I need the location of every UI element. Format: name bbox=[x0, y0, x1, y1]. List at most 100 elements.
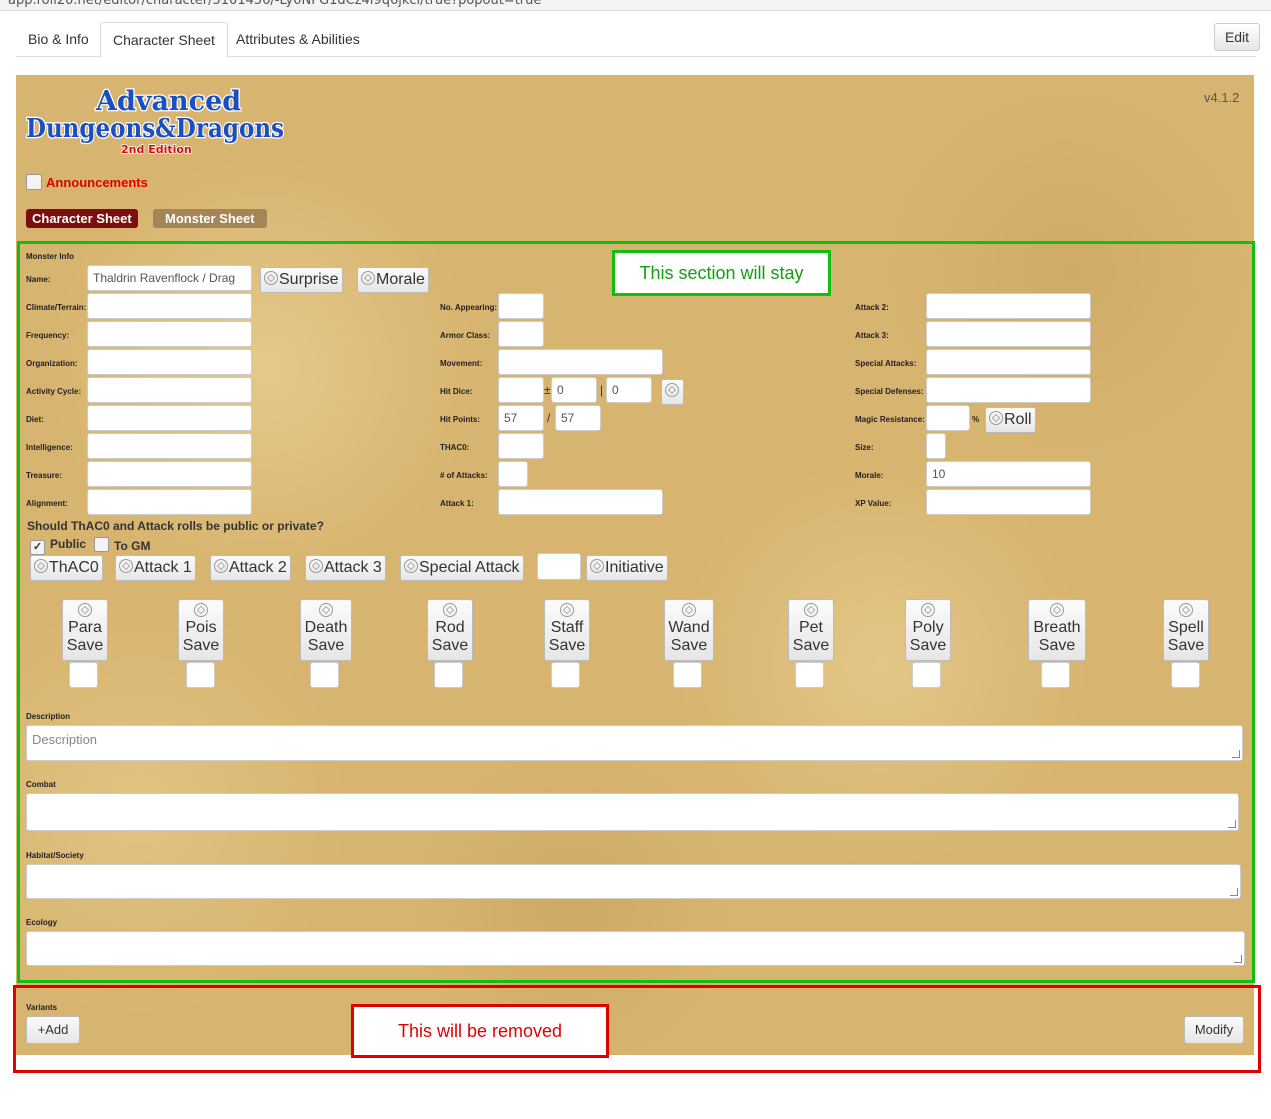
d20-icon bbox=[1050, 603, 1064, 617]
d20-icon bbox=[682, 603, 696, 617]
thac0-roll-button[interactable]: ThAC0 bbox=[30, 555, 103, 581]
staff-save-input[interactable] bbox=[551, 662, 580, 688]
activity-cycle-label: Activity Cycle: bbox=[26, 387, 82, 396]
wand-save-input[interactable] bbox=[673, 662, 702, 688]
tab-attributes-abilities[interactable]: Attributes & Abilities bbox=[224, 22, 372, 55]
name-input[interactable]: Thaldrin Ravenflock / Drag bbox=[87, 265, 252, 291]
attack3-roll-button[interactable]: Attack 3 bbox=[305, 555, 386, 581]
attack3-input[interactable] bbox=[926, 321, 1091, 347]
hit-dice-label: Hit Dice: bbox=[440, 387, 473, 396]
no-appearing-input[interactable] bbox=[498, 293, 544, 319]
to-gm-option[interactable]: To GM bbox=[94, 537, 150, 553]
hit-dice-roll-button[interactable] bbox=[661, 379, 684, 405]
staff-save-button[interactable]: Staff Save bbox=[544, 599, 590, 661]
d20-icon bbox=[921, 603, 935, 617]
para-save-button[interactable]: Para Save bbox=[62, 599, 108, 661]
save-label-2: Save bbox=[1167, 637, 1205, 654]
morale-roll-button[interactable]: Morale bbox=[357, 267, 429, 293]
pois-save-button[interactable]: Pois Save bbox=[178, 599, 224, 661]
attack1-roll-label: Attack 1 bbox=[134, 559, 192, 576]
d20-icon bbox=[214, 559, 228, 573]
organization-label: Organization: bbox=[26, 359, 78, 368]
para-save-input[interactable] bbox=[69, 662, 98, 688]
hit-points-max-input[interactable]: 57 bbox=[555, 405, 601, 431]
hit-dice-input[interactable] bbox=[498, 377, 544, 403]
diet-input[interactable] bbox=[87, 405, 252, 431]
armor-class-input[interactable] bbox=[498, 321, 544, 347]
climate-terrain-input[interactable] bbox=[87, 293, 252, 319]
activity-cycle-input[interactable] bbox=[87, 377, 252, 403]
num-attacks-input[interactable] bbox=[498, 461, 528, 487]
death-save-input[interactable] bbox=[310, 662, 339, 688]
ecology-label: Ecology bbox=[26, 918, 58, 927]
spell-save-button[interactable]: Spell Save bbox=[1163, 599, 1209, 661]
d20-icon bbox=[361, 271, 375, 285]
xp-value-input[interactable] bbox=[926, 489, 1091, 515]
attack1-input[interactable] bbox=[498, 489, 663, 515]
save-label-1: Staff bbox=[550, 619, 584, 636]
surprise-button[interactable]: Surprise bbox=[260, 267, 343, 293]
edit-button[interactable]: Edit bbox=[1214, 23, 1260, 51]
public-option[interactable]: ✓ Public bbox=[30, 537, 86, 555]
thac0-input[interactable] bbox=[498, 433, 544, 459]
special-attack-input[interactable] bbox=[537, 553, 581, 580]
habitat-society-label: Habitat/Society bbox=[26, 851, 84, 860]
slash-separator: / bbox=[547, 411, 551, 425]
frequency-input[interactable] bbox=[87, 321, 252, 347]
character-sheet-button[interactable]: Character Sheet bbox=[26, 209, 138, 228]
poly-save-button[interactable]: Poly Save bbox=[905, 599, 951, 661]
wand-save-button[interactable]: Wand Save bbox=[664, 599, 714, 661]
tab-character-sheet[interactable]: Character Sheet bbox=[100, 22, 228, 58]
pois-save-input[interactable] bbox=[186, 662, 215, 688]
description-textarea[interactable]: Description bbox=[26, 725, 1243, 761]
size-input[interactable] bbox=[926, 433, 946, 459]
breath-save-input[interactable] bbox=[1041, 662, 1070, 688]
save-label-2: Save bbox=[670, 637, 708, 654]
magic-resistance-input[interactable] bbox=[926, 405, 970, 431]
morale-input[interactable]: 10 bbox=[926, 461, 1091, 487]
morale-label: Morale: bbox=[855, 471, 884, 480]
public-checkbox[interactable]: ✓ bbox=[30, 540, 45, 555]
to-gm-checkbox[interactable] bbox=[94, 537, 109, 552]
attack2-input[interactable] bbox=[926, 293, 1091, 319]
special-defenses-input[interactable] bbox=[926, 377, 1091, 403]
attack2-roll-button[interactable]: Attack 2 bbox=[210, 555, 291, 581]
spell-save-input[interactable] bbox=[1171, 662, 1200, 688]
d20-icon bbox=[34, 559, 48, 573]
add-variant-button[interactable]: +Add bbox=[26, 1016, 80, 1044]
treasure-input[interactable] bbox=[87, 461, 252, 487]
size-label: Size: bbox=[855, 443, 874, 452]
d20-icon bbox=[443, 603, 457, 617]
habitat-society-textarea[interactable] bbox=[26, 864, 1241, 899]
rod-save-button[interactable]: Rod Save bbox=[427, 599, 473, 661]
combat-textarea[interactable] bbox=[26, 793, 1239, 831]
special-attacks-input[interactable] bbox=[926, 349, 1091, 375]
browser-url-bar[interactable]: app.roll20.net/editor/character/5101456/… bbox=[0, 0, 1271, 11]
initiative-roll-button[interactable]: Initiative bbox=[586, 555, 668, 581]
version-label: v4.1.2 bbox=[1204, 90, 1240, 105]
hit-dice-modifier2-input[interactable]: 0 bbox=[606, 377, 652, 403]
tab-bio-info[interactable]: Bio & Info bbox=[16, 22, 101, 55]
intelligence-input[interactable] bbox=[87, 433, 252, 459]
attack3-label: Attack 3: bbox=[855, 331, 889, 340]
breath-save-button[interactable]: Breath Save bbox=[1028, 599, 1086, 661]
alignment-input[interactable] bbox=[87, 489, 252, 515]
death-save-button[interactable]: Death Save bbox=[300, 599, 352, 661]
attack1-roll-button[interactable]: Attack 1 bbox=[115, 555, 196, 581]
magic-resistance-roll-button[interactable]: Roll bbox=[985, 407, 1036, 433]
monster-sheet-button[interactable]: Monster Sheet bbox=[153, 209, 267, 228]
movement-input[interactable] bbox=[498, 349, 663, 375]
hit-dice-modifier-input[interactable]: 0 bbox=[551, 377, 597, 403]
rod-save-input[interactable] bbox=[434, 662, 463, 688]
poly-save-input[interactable] bbox=[912, 662, 941, 688]
hit-points-current-input[interactable]: 57 bbox=[498, 405, 544, 431]
special-attack-roll-button[interactable]: Special Attack bbox=[400, 555, 524, 581]
pet-save-button[interactable]: Pet Save bbox=[788, 599, 834, 661]
ecology-textarea[interactable] bbox=[26, 931, 1245, 966]
pet-save-input[interactable] bbox=[795, 662, 824, 688]
organization-input[interactable] bbox=[87, 349, 252, 375]
announcements-checkbox[interactable] bbox=[26, 174, 42, 190]
special-attack-roll-label: Special Attack bbox=[419, 559, 520, 576]
modify-variant-button[interactable]: Modify bbox=[1184, 1016, 1244, 1044]
announcements-toggle[interactable]: Announcements bbox=[26, 174, 148, 190]
